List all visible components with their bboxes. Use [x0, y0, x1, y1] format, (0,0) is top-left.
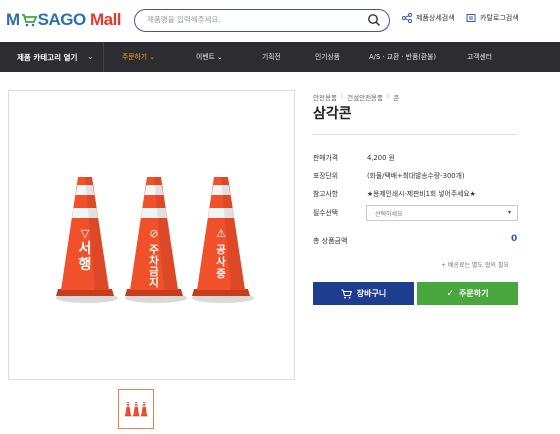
add-to-cart-button[interactable]: 장바구니 [313, 282, 414, 305]
site-logo[interactable]: M SAGO Mall [6, 8, 122, 32]
price-value: 4,200 원 [367, 154, 395, 162]
cone-sign: ⊘ [149, 227, 158, 240]
site-header: M SAGO Mall 제품명을 입력해주세요. 제품상세검색 카탈로그검색 [0, 0, 560, 42]
cone-illustration: ▽서행⊘주차금지⚠공사중 [56, 177, 254, 303]
catalog-search-label: 카탈로그검색 [480, 14, 519, 22]
traffic-cone [140, 402, 149, 417]
divider [313, 134, 518, 135]
check-icon: ✓ [446, 288, 455, 299]
package-value: (화물/택배+최대발송수량-300개) [367, 172, 465, 180]
cone-label-char: 중 [216, 268, 226, 280]
cone-sign: ▽ [81, 227, 90, 240]
dropdown-arrow-icon: ▾ [507, 209, 511, 216]
cone-sign: ⚠ [216, 227, 226, 240]
chevron-down-icon: ⌄ [87, 53, 94, 61]
nav-item-as-return[interactable]: A/S · 교환 · 반품(환불) [369, 42, 436, 72]
cart-icon [341, 288, 352, 298]
product-thumbnail[interactable] [118, 389, 154, 429]
thumbnail-illustration [124, 402, 149, 417]
breadcrumb-item[interactable]: 안전용품 [313, 92, 337, 102]
nav-item-popular[interactable]: 인기상품 [315, 42, 340, 72]
nodes-icon [402, 13, 412, 23]
cone-label-char: 공 [216, 244, 226, 256]
traffic-cone [124, 402, 132, 417]
cone-label-char: 지 [149, 276, 159, 289]
total-label: 총 상품금액 [313, 237, 348, 245]
traffic-cone [132, 402, 141, 417]
traffic-cone: ⊘주차금지 [125, 177, 187, 303]
breadcrumb-item[interactable]: 콘 [393, 92, 399, 102]
catalog-icon [466, 14, 476, 22]
required-label: 필수선택 [313, 209, 339, 217]
note-label: 참고사항 [313, 190, 339, 198]
logo-text: M [6, 10, 20, 29]
breadcrumb-item[interactable]: 건설안전용품 [347, 92, 383, 102]
shipping-note: + 배송료는 별도 협의 필요 [441, 262, 509, 269]
add-to-cart-label: 장바구니 [356, 289, 387, 298]
traffic-cone: ⚠ 공사중 [192, 177, 254, 303]
price-label: 판매가격 [313, 154, 339, 162]
search-bar[interactable]: 제품명을 입력해주세요. [134, 9, 390, 32]
detail-search-label: 제품상세검색 [416, 14, 455, 22]
search-input[interactable]: 제품명을 입력해주세요. [147, 14, 221, 25]
cone-label-char: 행 [79, 257, 92, 273]
logo-cart-icon [21, 14, 37, 27]
package-label: 포장단위 [313, 172, 339, 180]
main-nav: 제품 카테고리 열기 ⌄ 주문하기 ⌄ 이벤트 ⌄ 기획전 인기상품 A/S ·… [0, 42, 560, 72]
cone-label-char: 사 [216, 255, 226, 268]
catalog-search-link[interactable]: 카탈로그검색 [466, 13, 519, 23]
nav-item-event[interactable]: 이벤트 ⌄ [196, 42, 223, 72]
breadcrumb: 안전용품 | 건설안전용품 | 콘 [313, 92, 400, 102]
detail-search-link[interactable]: 제품상세검색 [402, 13, 455, 23]
note-value: ★용제인쇄시-제판비1회 넣어주세요★ [367, 190, 476, 198]
product-title: 삼각콘 [313, 106, 352, 122]
order-button[interactable]: ✓ 주문하기 [417, 282, 518, 305]
option-select-value: 선택하세요 [375, 211, 403, 218]
order-label: 주문하기 [459, 289, 489, 298]
nav-item-exhibition[interactable]: 기획전 [262, 42, 281, 72]
category-menu-button[interactable]: 제품 카테고리 열기 ⌄ [0, 42, 104, 72]
product-main-image: ▽ 서 행 ⊘ 주 차 금 지 ⚠ 공 사 중 [8, 90, 295, 380]
option-select[interactable]: 선택하세요 ▾ [366, 205, 518, 221]
total-value: 0 [511, 234, 518, 244]
cone-label-char: 서 [79, 241, 92, 257]
category-menu-label: 제품 카테고리 열기 [17, 52, 78, 62]
nav-item-support[interactable]: 고객센터 [467, 42, 492, 72]
search-icon[interactable] [367, 13, 381, 27]
traffic-cone: ▽서행 [56, 177, 118, 303]
nav-item-order[interactable]: 주문하기 ⌄ [122, 42, 155, 72]
